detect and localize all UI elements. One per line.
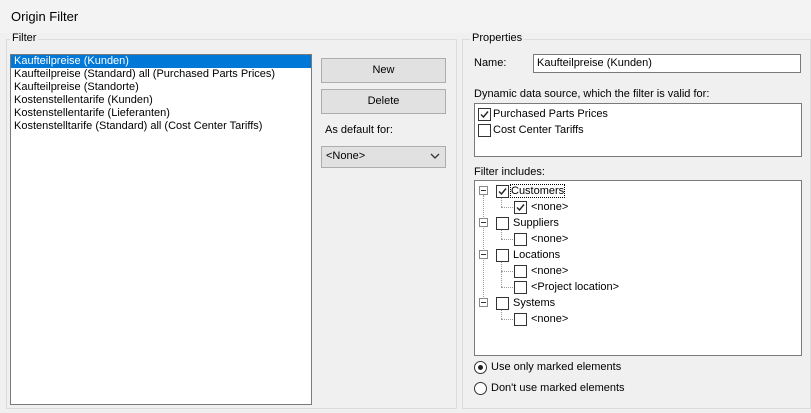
customers-label[interactable]: Customers	[509, 184, 566, 198]
cost-center-label: Cost Center Tariffs	[493, 124, 584, 136]
filter-list-item[interactable]: Kaufteilpreise (Standorte)	[11, 81, 311, 94]
suppliers-none-checkbox[interactable]	[514, 233, 527, 246]
customers-checkbox[interactable]	[496, 185, 509, 198]
filter-includes-label: Filter includes:	[474, 166, 545, 178]
filter-list-item[interactable]: Kaufteilpreise (Standard) all (Purchased…	[11, 68, 311, 81]
filter-includes-tree: Customers <none> Suppliers <none> Locati…	[474, 180, 802, 356]
suppliers-collapse-icon[interactable]	[479, 218, 488, 227]
locations-label: Locations	[513, 249, 561, 261]
filter-list-item[interactable]: Kostenstellentarife (Lieferanten)	[11, 107, 311, 120]
radio-dot	[478, 365, 483, 370]
chevron-down-icon	[429, 149, 441, 163]
customers-none-checkbox[interactable]	[514, 201, 527, 214]
systems-none-label: <none>	[531, 313, 569, 325]
project-location-label: <Project location>	[531, 281, 620, 293]
systems-checkbox[interactable]	[496, 297, 509, 310]
customers-none-label: <none>	[531, 201, 569, 213]
tree-line	[501, 197, 502, 207]
suppliers-label: Suppliers	[513, 217, 559, 229]
default-for-label: As default for:	[325, 124, 393, 136]
tree-line	[501, 309, 502, 319]
filter-listbox[interactable]: Kaufteilpreise (Kunden) Kaufteilpreise (…	[10, 54, 312, 405]
name-value: Kaufteilpreise (Kunden)	[537, 57, 652, 69]
name-label: Name:	[474, 57, 507, 69]
tree-line	[501, 207, 513, 208]
project-location-checkbox[interactable]	[514, 281, 527, 294]
locations-checkbox[interactable]	[496, 249, 509, 262]
title-bar: Origin Filter	[0, 0, 811, 33]
use-marked-radio[interactable]	[474, 361, 487, 374]
filter-list-item[interactable]: Kostenstellentarife (Kunden)	[11, 94, 311, 107]
purchased-parts-label: Purchased Parts Prices	[493, 108, 608, 120]
locations-none-label: <none>	[531, 265, 569, 277]
filter-list-item[interactable]: Kaufteilpreise (Kunden)	[11, 55, 311, 68]
tree-line	[501, 229, 502, 239]
default-for-select[interactable]: <None>	[321, 146, 446, 168]
filter-list-item[interactable]: Kostenstelltarife (Standard) all (Cost C…	[11, 120, 311, 133]
data-source-list: Purchased Parts Prices Cost Center Tarif…	[474, 103, 802, 157]
suppliers-none-label: <none>	[531, 233, 569, 245]
tree-line	[501, 261, 502, 287]
suppliers-checkbox[interactable]	[496, 217, 509, 230]
tree-line	[501, 271, 513, 272]
systems-collapse-icon[interactable]	[479, 298, 488, 307]
data-source-label: Dynamic data source, which the filter is…	[474, 88, 710, 100]
properties-group-label: Properties	[470, 32, 525, 44]
tree-line	[501, 287, 513, 288]
delete-button[interactable]: Delete	[321, 89, 446, 114]
window-title: Origin Filter	[11, 9, 79, 24]
filter-group-label: Filter	[10, 32, 39, 44]
locations-collapse-icon[interactable]	[479, 250, 488, 259]
purchased-parts-checkbox[interactable]	[478, 108, 491, 121]
locations-none-checkbox[interactable]	[514, 265, 527, 278]
customers-collapse-icon[interactable]	[479, 186, 488, 195]
dont-use-marked-radio[interactable]	[474, 382, 487, 395]
dont-use-marked-label: Don't use marked elements	[491, 382, 625, 394]
tree-line	[501, 239, 513, 240]
systems-label: Systems	[513, 297, 556, 309]
use-marked-label: Use only marked elements	[491, 361, 622, 373]
cost-center-checkbox[interactable]	[478, 124, 491, 137]
new-button[interactable]: New	[321, 58, 446, 83]
tree-line	[501, 319, 513, 320]
systems-none-checkbox[interactable]	[514, 313, 527, 326]
default-for-value: <None>	[326, 150, 366, 162]
name-field[interactable]: Kaufteilpreise (Kunden)	[533, 54, 801, 73]
